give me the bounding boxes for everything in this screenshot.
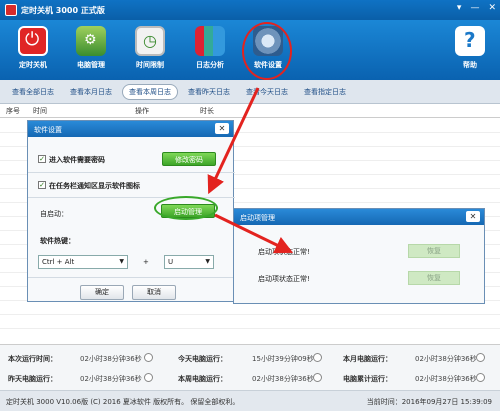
stat-value: 02小时38分钟36秒 xyxy=(80,375,142,383)
toolbar-label: 时间限制 xyxy=(136,61,164,69)
toolbar-help-button[interactable]: 帮助 xyxy=(442,22,498,78)
stat-label: 电脑累计运行： xyxy=(343,375,392,383)
eye-icon[interactable] xyxy=(144,373,153,382)
tab-month-logs[interactable]: 查看本月日志 xyxy=(64,84,118,100)
hotkey-key-select[interactable]: U ▼ xyxy=(164,255,214,269)
column-header-action[interactable]: 操作 xyxy=(135,106,149,116)
window-title: 定时关机 3000 正式版 xyxy=(21,5,105,15)
tab-yesterday-logs[interactable]: 查看昨天日志 xyxy=(182,84,236,100)
tab-today-logs[interactable]: 查看今天日志 xyxy=(240,84,294,100)
password-checkbox-label: 进入软件需要密码 xyxy=(49,156,105,164)
chevron-down-icon: ▼ xyxy=(119,258,124,265)
eye-icon[interactable] xyxy=(313,373,322,382)
stat-value: 02小时38分钟36秒 xyxy=(415,355,477,363)
dialog-title-bar: 软件设置 ✕ xyxy=(28,121,233,137)
tab-all-logs[interactable]: 查看全部日志 xyxy=(6,84,60,100)
computer-management-icon xyxy=(76,26,106,56)
tray-icon-checkbox-label: 在任务栏通知区显示软件图标 xyxy=(49,182,140,190)
title-bar: 定时关机 3000 正式版 ▾ — ✕ xyxy=(0,0,500,20)
hotkey-key-value: U xyxy=(168,258,174,266)
restore-button[interactable]: 恢复 xyxy=(408,271,460,285)
dialog-title-bar: 启动项管理 ✕ xyxy=(234,209,484,225)
eye-icon[interactable] xyxy=(144,353,153,362)
clock-icon xyxy=(135,26,165,56)
hotkey-modifier-value: Ctrl + Alt xyxy=(42,258,75,266)
close-icon[interactable]: ✕ xyxy=(215,123,229,134)
menu-dropdown-icon[interactable]: ▾ xyxy=(457,3,462,13)
restore-button[interactable]: 恢复 xyxy=(408,244,460,258)
stat-label: 本次运行时间： xyxy=(8,355,57,363)
column-header-time[interactable]: 时间 xyxy=(33,106,47,116)
eye-icon[interactable] xyxy=(476,353,485,362)
startup-status-text: 启动项状态正常! xyxy=(258,275,310,283)
dialog-title: 启动项管理 xyxy=(240,214,275,222)
stat-label: 昨天电脑运行： xyxy=(8,375,57,383)
stat-label: 今天电脑运行： xyxy=(178,355,227,363)
app-logo-icon xyxy=(5,4,17,16)
chevron-down-icon: ▼ xyxy=(205,258,210,265)
toolbar-label: 日志分析 xyxy=(196,61,224,69)
ok-button[interactable]: 确定 xyxy=(80,285,124,300)
log-tabs: 查看全部日志 查看本月日志 查看本周日志 查看昨天日志 查看今天日志 查看指定日… xyxy=(0,80,500,104)
current-time: 当前时间：2016年09月27日 15:39:09 xyxy=(366,398,492,406)
copyright-text: 定时关机 3000 V10.06版 (C) 2016 夏冰软件 版权所有。 保留… xyxy=(6,398,240,406)
tab-week-logs[interactable]: 查看本周日志 xyxy=(122,83,178,100)
tab-custom-logs[interactable]: 查看指定日志 xyxy=(298,84,352,100)
stat-label: 本月电脑运行： xyxy=(343,355,392,363)
startup-status-text: 启动项状态正常! xyxy=(258,248,310,256)
change-password-button[interactable]: 修改密码 xyxy=(162,152,216,166)
toolbar-label: 电脑管理 xyxy=(77,61,105,69)
chart-icon xyxy=(195,26,225,56)
toolbar-log-analysis-button[interactable]: 日志分析 xyxy=(182,22,238,78)
toolbar-label: 帮助 xyxy=(463,61,477,69)
window-controls: ▾ — ✕ xyxy=(457,3,496,13)
password-checkbox[interactable]: ✓ xyxy=(38,155,46,163)
power-icon xyxy=(18,26,48,56)
stat-label: 本周电脑运行： xyxy=(178,375,227,383)
hotkey-plus: + xyxy=(143,258,149,266)
hotkey-modifier-select[interactable]: Ctrl + Alt ▼ xyxy=(38,255,128,269)
minimize-icon[interactable]: — xyxy=(470,3,479,13)
toolbar-time-limit-button[interactable]: 时间限制 xyxy=(122,22,178,78)
hotkey-label: 软件热键： xyxy=(40,237,75,245)
startup-management-dialog: 启动项管理 ✕ 启动项状态正常! 恢复 启动项状态正常! 恢复 xyxy=(233,208,485,304)
column-header-duration[interactable]: 时长 xyxy=(200,106,214,116)
toolbar-shutdown-button[interactable]: 定时关机 xyxy=(5,22,61,78)
autostart-label: 自启动： xyxy=(40,210,68,218)
help-icon xyxy=(455,26,485,56)
close-icon[interactable]: ✕ xyxy=(488,3,496,13)
tray-icon-checkbox[interactable]: ✓ xyxy=(38,181,46,189)
toolbar-pc-management-button[interactable]: 电脑管理 xyxy=(63,22,119,78)
status-bar: 定时关机 3000 V10.06版 (C) 2016 夏冰软件 版权所有。 保留… xyxy=(0,390,500,411)
stat-value: 15小时39分钟09秒 xyxy=(252,355,314,363)
cancel-button[interactable]: 取消 xyxy=(132,285,176,300)
column-header-index[interactable]: 序号 xyxy=(6,106,20,116)
stat-value: 02小时38分钟36秒 xyxy=(415,375,477,383)
highlight-circle xyxy=(242,22,292,80)
toolbar-label: 定时关机 xyxy=(19,61,47,69)
highlight-circle xyxy=(154,196,218,220)
stat-value: 02小时38分钟36秒 xyxy=(252,375,314,383)
close-icon[interactable]: ✕ xyxy=(466,211,480,222)
eye-icon[interactable] xyxy=(476,373,485,382)
eye-icon[interactable] xyxy=(313,353,322,362)
runtime-stats: 本次运行时间： 02小时38分钟36秒 今天电脑运行： 15小时39分钟09秒 … xyxy=(0,344,500,390)
log-table-header: 序号 时间 操作 时长 xyxy=(0,104,500,118)
stat-value: 02小时38分钟36秒 xyxy=(80,355,142,363)
dialog-title: 软件设置 xyxy=(34,126,62,134)
